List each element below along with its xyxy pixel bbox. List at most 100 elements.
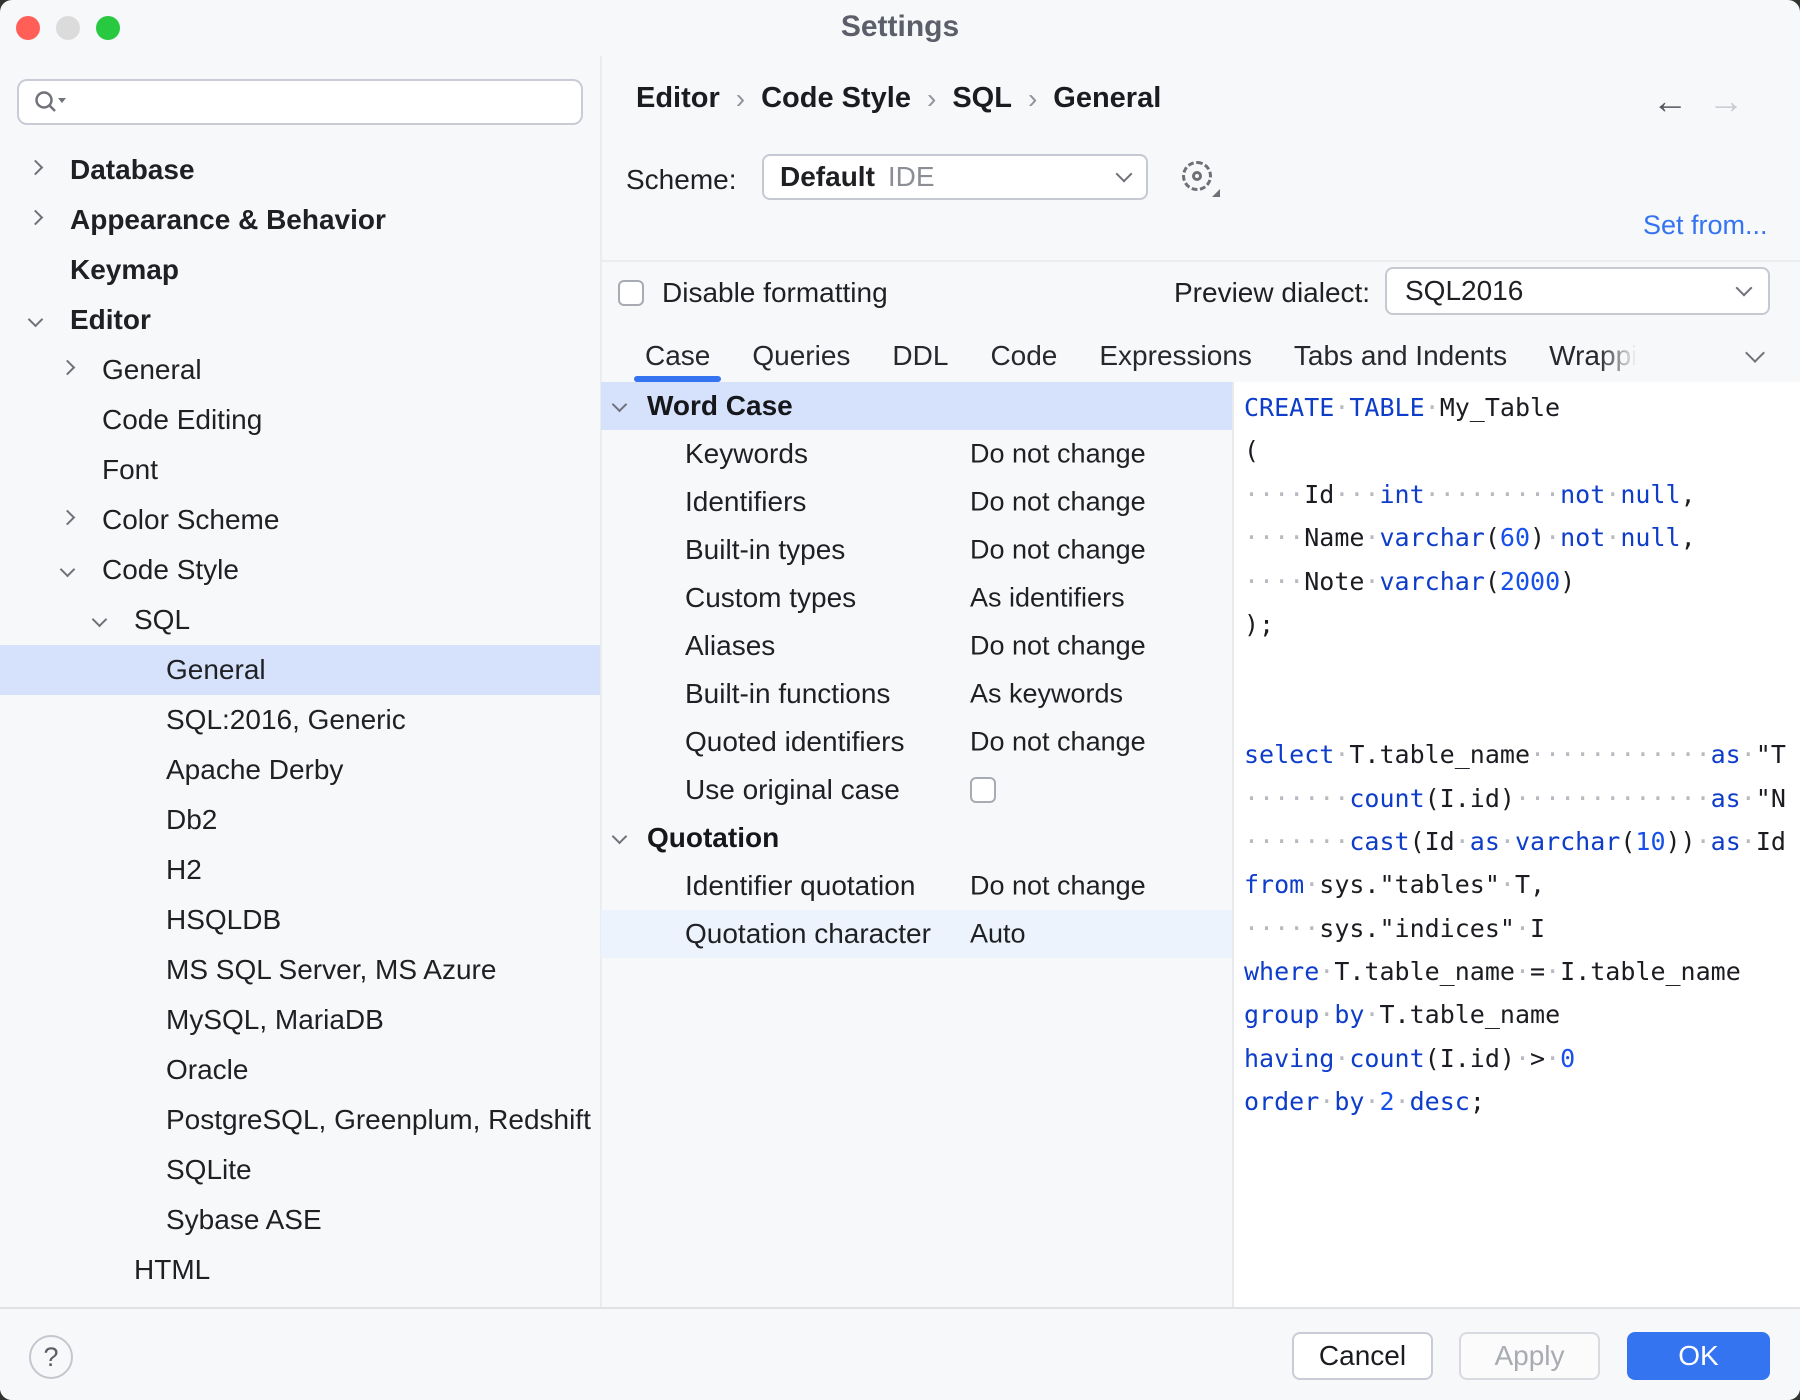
setting-value[interactable]: Do not change (970, 871, 1146, 902)
setting-value[interactable]: Do not change (970, 535, 1146, 566)
setting-value[interactable]: Do not change (970, 487, 1146, 518)
chevron-right-icon[interactable] (60, 510, 76, 526)
sidebar-item-postgresql-greenplum-redshift[interactable]: PostgreSQL, Greenplum, Redshift (0, 1095, 601, 1145)
sidebar-item-font[interactable]: Font (0, 445, 601, 495)
sidebar-item-sql-2016-generic[interactable]: SQL:2016, Generic (0, 695, 601, 745)
cancel-button[interactable]: Cancel (1292, 1332, 1433, 1380)
disable-formatting-checkbox[interactable] (618, 280, 644, 306)
code-text: ) (1530, 523, 1545, 552)
table-row-keywords[interactable]: KeywordsDo not change (601, 430, 1232, 478)
section-header-quotation[interactable]: Quotation (601, 814, 1232, 862)
setting-value[interactable]: As identifiers (970, 583, 1125, 614)
tab-wrapping[interactable]: Wrapping (1528, 330, 1662, 382)
setting-value[interactable]: Auto (970, 919, 1026, 950)
code-text: ; (1470, 1087, 1485, 1116)
code-whitespace-dots: · (1364, 567, 1379, 596)
table-row-custom-types[interactable]: Custom typesAs identifiers (601, 574, 1232, 622)
code-number: 10 (1635, 827, 1665, 856)
sidebar-item-sql[interactable]: SQL (0, 595, 601, 645)
chevron-right-icon[interactable] (28, 210, 44, 226)
tab-case[interactable]: Case (624, 330, 731, 382)
code-whitespace-dots: · (1364, 523, 1379, 552)
code-text: "T (1756, 740, 1786, 769)
sidebar-item-general[interactable]: General (0, 645, 601, 695)
table-row-built-in-functions[interactable]: Built-in functionsAs keywords (601, 670, 1232, 718)
chevron-right-icon[interactable] (28, 160, 44, 176)
help-button[interactable]: ? (29, 1335, 73, 1379)
code-line: order·by·2·desc; (1244, 1080, 1800, 1123)
sidebar-item-ms-sql-server-ms-azure[interactable]: MS SQL Server, MS Azure (0, 945, 601, 995)
sidebar-item-editor[interactable]: Editor (0, 295, 601, 345)
tabs-overflow-chevron-icon[interactable] (1745, 343, 1765, 363)
breadcrumb-general[interactable]: General (1053, 82, 1161, 115)
code-line: ·······count(I.id)·············as·"N (1244, 777, 1800, 820)
sidebar-item-database[interactable]: Database (0, 145, 601, 195)
sidebar-item-h2[interactable]: H2 (0, 845, 601, 895)
chevron-down-icon[interactable] (92, 612, 108, 628)
sidebar-item-appearance-behavior[interactable]: Appearance & Behavior (0, 195, 601, 245)
table-row-use-original-case[interactable]: Use original case (601, 766, 1232, 814)
back-arrow-icon[interactable]: ← (1652, 80, 1688, 122)
chevron-right-icon[interactable] (60, 360, 76, 376)
code-text: Id (1756, 827, 1786, 856)
code-text: I (1530, 914, 1545, 943)
tab-expressions[interactable]: Expressions (1078, 330, 1273, 382)
table-row-quoted-identifiers[interactable]: Quoted identifiersDo not change (601, 718, 1232, 766)
code-keyword: by (1334, 1000, 1364, 1029)
sidebar-item-oracle[interactable]: Oracle (0, 1045, 601, 1095)
setting-label: Built-in types (685, 534, 845, 566)
sidebar-item-keymap[interactable]: Keymap (0, 245, 601, 295)
sidebar-item-sybase-ase[interactable]: Sybase ASE (0, 1195, 601, 1245)
setting-label: Aliases (685, 630, 775, 662)
table-row-aliases[interactable]: Aliases Do not change (601, 622, 1232, 670)
code-text: My_Table (1440, 393, 1560, 422)
table-row-quotation-character[interactable]: Quotation characterAuto (601, 910, 1232, 958)
chevron-down-icon[interactable] (612, 396, 628, 412)
sidebar-item-hsqldb[interactable]: HSQLDB (0, 895, 601, 945)
chevron-down-icon[interactable] (28, 312, 44, 328)
code-whitespace-dots: ····· (1244, 914, 1319, 943)
tab-tabs-and-indents[interactable]: Tabs and Indents (1273, 330, 1528, 382)
code-text: I.table_name (1560, 957, 1741, 986)
search-input[interactable] (17, 79, 583, 125)
breadcrumb-code-style[interactable]: Code Style (761, 82, 911, 115)
chevron-down-icon[interactable] (60, 562, 76, 578)
code-whitespace-dots: · (1515, 957, 1530, 986)
sidebar-item-code-editing[interactable]: Code Editing (0, 395, 601, 445)
setting-value[interactable]: Do not change (970, 439, 1146, 470)
sidebar-item-sqlite[interactable]: SQLite (0, 1145, 601, 1195)
preview-dialect-dropdown[interactable]: SQL2016 (1385, 267, 1770, 315)
setting-value[interactable]: As keywords (970, 679, 1123, 710)
sidebar-item-color-scheme[interactable]: Color Scheme (0, 495, 601, 545)
breadcrumb: Editor›Code Style›SQL›General (636, 82, 1161, 115)
code-number: 2 (1380, 1087, 1395, 1116)
scheme-gear-icon[interactable] (1180, 159, 1216, 195)
sidebar-item-code-style[interactable]: Code Style (0, 545, 601, 595)
table-row-built-in-types[interactable]: Built-in types Do not change (601, 526, 1232, 574)
ok-button[interactable]: OK (1627, 1332, 1770, 1380)
breadcrumb-sql[interactable]: SQL (952, 82, 1012, 115)
tab-queries[interactable]: Queries (731, 330, 871, 382)
sidebar-item-html[interactable]: HTML (0, 1245, 601, 1295)
apply-button[interactable]: Apply (1459, 1332, 1600, 1380)
set-from-link[interactable]: Set from... (1643, 210, 1768, 241)
chevron-down-icon[interactable] (612, 828, 628, 844)
scheme-dropdown[interactable]: Default IDE (762, 154, 1148, 200)
sidebar-item-db2[interactable]: Db2 (0, 795, 601, 845)
setting-value[interactable]: Do not change (970, 727, 1146, 758)
setting-value[interactable]: Do not change (970, 631, 1146, 662)
sidebar-item-apache-derby[interactable]: Apache Derby (0, 745, 601, 795)
sidebar-item-general[interactable]: General (0, 345, 601, 395)
table-row-identifiers[interactable]: IdentifiersDo not change (601, 478, 1232, 526)
table-row-identifier-quotation[interactable]: Identifier quotationDo not change (601, 862, 1232, 910)
sidebar-item-mysql-mariadb[interactable]: MySQL, MariaDB (0, 995, 601, 1045)
chevron-down-icon (1116, 166, 1133, 183)
tab-ddl[interactable]: DDL (871, 330, 969, 382)
setting-label: Use original case (685, 774, 900, 806)
breadcrumb-editor[interactable]: Editor (636, 82, 720, 115)
code-text: T.table_name (1334, 957, 1515, 986)
use-original-case-checkbox[interactable] (970, 777, 996, 803)
settings-window: Settings DatabaseAppearance & BehaviorKe… (0, 0, 1800, 1400)
section-header-word-case[interactable]: Word Case (601, 382, 1232, 430)
tab-code[interactable]: Code (969, 330, 1078, 382)
